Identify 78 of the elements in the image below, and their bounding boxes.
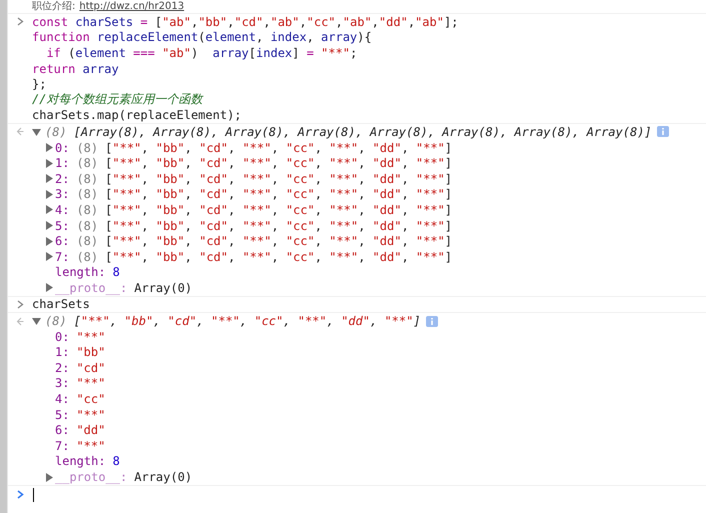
expand-triangle-icon[interactable] [45,143,53,152]
array-length: (8) [76,140,98,155]
property-key: 3: [55,376,70,390]
array-length: (8) [76,187,98,202]
property-key: 2: [55,172,70,186]
array-preview: [Array(8), Array(8), Array(8), Array(8), Array(8), Array(8), Array(8), Array(8)] [74,124,652,139]
array-length: (8) [76,250,98,264]
scrollbar[interactable] [0,0,8,513]
property-key: 3: [55,187,70,202]
property-key: 5: [55,218,70,233]
property-key: length: [55,454,106,468]
expand-triangle-icon[interactable] [45,472,53,482]
property-key: __proto__: [55,470,128,484]
property-key: 6: [55,423,70,438]
array-length: (8) [76,218,98,233]
property-key: 7: [55,250,70,264]
property-key: 2: [55,360,70,375]
property-value: 8 [112,454,120,468]
property-key: 0: [55,140,70,155]
expand-triangle-icon[interactable] [45,252,53,262]
expand-triangle-icon[interactable] [45,190,53,199]
property-value: "bb" [76,345,106,360]
prompt-chevron-icon[interactable] [16,490,24,500]
property-key: 1: [55,156,70,170]
property-value: "**" [76,408,106,422]
code-line: //对每个数组元素应用一个函数 [32,91,202,108]
code-line: }; [32,77,46,92]
array-preview: ["**", "bb", "cd", "**", "cc", "**", "dd", "**"] [74,314,421,328]
code-line: function replaceElement(element, index, array){ [32,30,372,44]
property-value: "**" [76,438,106,453]
property-value: "dd" [76,423,106,438]
property-key: 5: [55,408,70,422]
property-value: "**" [76,376,106,390]
input-chevron-icon[interactable] [16,300,24,309]
property-value: 8 [112,265,120,280]
array-preview: ["**", "bb", "cd", "**", "cc", "**", "dd", "**"] [105,218,452,233]
array-preview: ["**", "bb", "cd", "**", "cc", "**", "dd", "**"] [105,187,452,202]
property-key: __proto__: [55,280,128,295]
array-length: (8) [45,124,67,139]
message-link[interactable]: http://dwz.cn/hr2013 [79,0,184,12]
array-length: (8) [76,156,98,170]
array-preview: ["**", "bb", "cd", "**", "cc", "**", "dd", "**"] [105,140,452,155]
property-value: "**" [76,330,106,344]
array-length: (8) [76,234,98,248]
property-key: 4: [55,202,70,217]
message-label: 职位介绍: [32,0,76,13]
array-length: (8) [45,314,67,328]
array-preview: ["**", "bb", "cd", "**", "cc", "**", "dd", "**"] [105,234,452,248]
property-key: 6: [55,234,70,248]
array-preview: ["**", "bb", "cd", "**", "cc", "**", "dd", "**"] [105,202,452,217]
array-preview: ["**", "bb", "cd", "**", "cc", "**", "dd", "**"] [105,172,452,186]
expand-triangle-icon[interactable] [45,236,53,246]
code-line: return array [32,62,119,76]
code-line: if (element === "ab") array[index] = "**"; [45,46,358,60]
array-length: (8) [76,202,98,217]
property-key: 7: [55,438,70,453]
property-key: 4: [55,392,70,406]
property-key: 1: [55,345,70,360]
expand-triangle-icon[interactable] [45,221,53,230]
array-preview: ["**", "bb", "cd", "**", "cc", "**", "dd", "**"] [105,250,452,264]
property-value: Array(0) [134,470,192,484]
property-value: "cd" [76,360,106,375]
property-value: Array(0) [134,280,192,295]
property-key: 0: [55,330,70,344]
code-line: charSets.map(replaceElement); [32,108,242,122]
array-length: (8) [76,172,98,186]
expand-triangle-icon[interactable] [45,283,53,292]
expand-triangle-icon[interactable] [45,205,53,214]
array-preview: ["**", "bb", "cd", "**", "cc", "**", "dd", "**"] [105,156,452,170]
code-line: const charSets = ["ab","bb","cd","ab","cc","ab","dd","ab"]; [32,14,458,29]
collapse-triangle-icon[interactable] [32,317,41,326]
expand-triangle-icon[interactable] [45,174,53,184]
property-value: "cc" [76,392,106,406]
code-line: charSets [32,297,90,312]
property-key: length: [55,265,106,280]
collapse-triangle-icon[interactable] [32,128,41,136]
input-chevron-icon[interactable] [16,17,24,26]
expand-triangle-icon[interactable] [45,158,53,168]
